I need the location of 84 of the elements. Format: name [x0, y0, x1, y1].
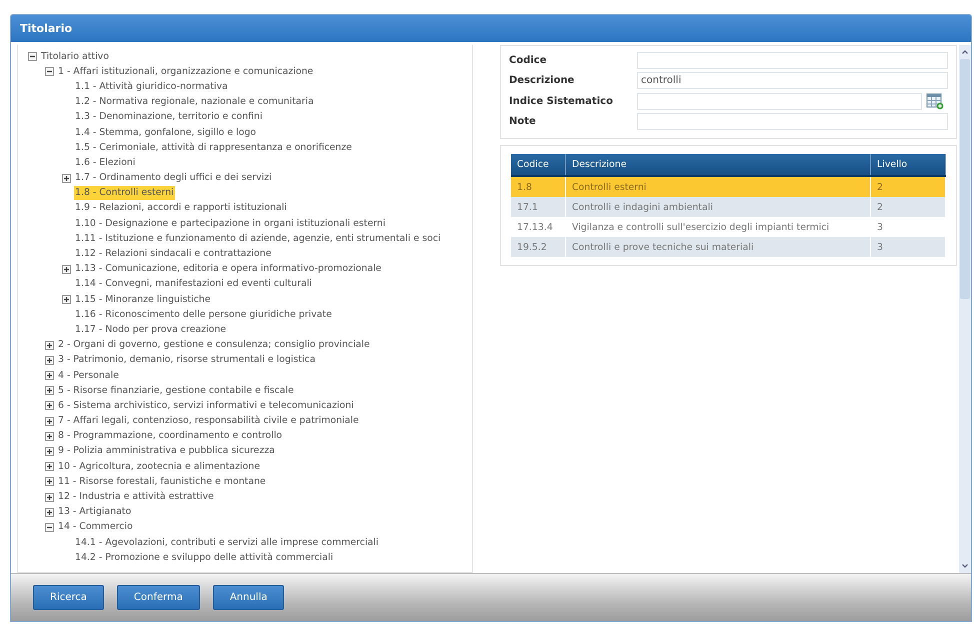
collapse-icon[interactable] — [28, 52, 37, 62]
expand-icon[interactable] — [45, 340, 54, 350]
scroll-up-icon[interactable] — [961, 48, 969, 56]
footer-button[interactable]: Conferma — [116, 585, 200, 610]
expand-icon[interactable] — [62, 295, 71, 304]
expand-icon[interactable] — [62, 264, 71, 274]
tree-item[interactable]: 13 - Artigianato — [57, 505, 132, 520]
tree-item[interactable]: 1.7 - Ordinamento degli uffici e dei servizi — [74, 171, 273, 186]
table-cell: 3 — [870, 217, 946, 237]
table-cell: 19.5.2 — [511, 237, 566, 257]
expand-icon[interactable] — [45, 356, 54, 365]
field-label: Note — [509, 116, 537, 127]
tree-item[interactable]: 1 - Affari istituzionali, organizzazione e comunicazione — [57, 64, 314, 79]
table-cell: 17.13.4 — [511, 217, 566, 237]
expand-icon[interactable] — [45, 446, 54, 456]
table-cell: 2 — [870, 197, 946, 217]
table-add-icon[interactable] — [926, 92, 944, 110]
table-cell: Controlli e prove tecniche sui materiali — [566, 237, 870, 257]
window-title: Titolario — [11, 15, 971, 42]
expand-icon[interactable] — [45, 371, 54, 380]
table-cell: 3 — [870, 237, 946, 257]
tree-item[interactable]: 1.12 - Relazioni sindacali e contrattazione — [74, 247, 272, 262]
scrollbar-thumb[interactable] — [960, 59, 970, 299]
tree-item[interactable]: 1.13 - Comunicazione, editoria e opera informativo-promozionale — [74, 262, 382, 276]
column-header[interactable]: Livello — [870, 154, 946, 176]
tree-item[interactable]: 2 - Organi di governo, gestione e consulenza; consiglio provinciale — [57, 338, 371, 352]
tree-item[interactable]: 14.1 - Agevolazioni, contributi e servizi alle imprese commerciali — [74, 536, 380, 550]
column-header[interactable]: Codice — [511, 154, 566, 176]
tree-item[interactable]: 14 - Commercio — [57, 520, 134, 534]
table-cell: Controlli esterni — [566, 176, 870, 197]
table-cell: 17.1 — [511, 197, 566, 217]
expand-icon[interactable] — [62, 174, 71, 183]
table-cell: Vigilanza e controlli sull'esercizio degli impianti termici — [566, 217, 870, 237]
tree-item[interactable]: 12 - Industria e attività estrattive — [57, 490, 215, 504]
input-field[interactable]: controlli — [637, 72, 948, 89]
expand-icon[interactable] — [45, 477, 54, 486]
field-label: Descrizione — [509, 75, 576, 86]
tree-item[interactable]: 11 - Risorse forestali, faunistiche e montane — [57, 474, 267, 489]
table-cell: 2 — [870, 176, 946, 197]
scroll-down-icon[interactable] — [961, 562, 969, 570]
input-field[interactable] — [637, 92, 922, 110]
tree-item[interactable]: 1.15 - Minoranze linguistiche — [74, 292, 212, 307]
tree-item[interactable]: 1.4 - Stemma, gonfalone, sigillo e logo — [74, 126, 258, 140]
expand-icon[interactable] — [45, 508, 54, 517]
tree-item[interactable]: 4 - Personale — [57, 368, 120, 383]
table-cell: 1.8 — [511, 176, 566, 197]
footer-button[interactable]: Annulla — [212, 585, 284, 610]
tree-item[interactable]: 1.5 - Cerimoniale, attività di rappresentanza e onorificenze — [74, 140, 353, 155]
field-label: Codice — [509, 55, 548, 66]
scrollbar[interactable] — [959, 45, 971, 573]
tree-item[interactable]: 1.6 - Elezioni — [74, 156, 136, 170]
expand-icon[interactable] — [45, 462, 54, 472]
tree-item[interactable]: 1.10 - Designazione e partecipazione in organi istituzionali esterni — [74, 216, 386, 231]
tree-item[interactable]: 1.9 - Relazioni, accordi e rapporti istituzionali — [74, 201, 288, 216]
tree-item[interactable]: 1.3 - Denominazione, territorio e confini — [74, 110, 264, 124]
tree-item[interactable]: 8 - Programmazione, coordinamento e controllo — [57, 429, 284, 444]
tree-item[interactable]: 1.16 - Riconoscimento delle persone giuridiche private — [74, 308, 333, 322]
field-label: Indice Sistematico — [509, 96, 614, 106]
tree-item[interactable]: 1.14 - Convegni, manifestazioni ed eventi culturali — [74, 277, 313, 292]
tree-item[interactable]: 9 - Polizia amministrativa e pubblica sicurezza — [57, 444, 276, 458]
footer-button[interactable]: Ricerca — [33, 585, 104, 610]
expand-icon[interactable] — [45, 401, 54, 410]
tree-item[interactable]: 5 - Risorse finanziarie, gestione contabile e fiscale — [57, 384, 295, 398]
collapse-icon[interactable] — [45, 67, 54, 76]
tree-item[interactable]: 7 - Affari legali, contenzioso, responsabilità civile e patrimoniale — [57, 414, 360, 428]
tree-item[interactable]: 14.2 - Promozione e sviluppo delle attività commerciali — [74, 550, 334, 565]
tree-item[interactable]: 10 - Agricoltura, zootecnia e alimentazione — [57, 460, 261, 474]
tree-item[interactable]: 1.8 - Controlli esterni — [74, 186, 175, 200]
expand-icon[interactable] — [45, 386, 54, 396]
tree-item[interactable]: 1.2 - Normativa regionale, nazionale e comunitaria — [74, 95, 315, 110]
collapse-icon[interactable] — [45, 522, 54, 532]
tree-item[interactable]: 1.1 - Attività giuridico-normativa — [74, 80, 229, 94]
column-header[interactable]: Descrizione — [566, 154, 870, 176]
tree-item[interactable]: 3 - Patrimonio, demanio, risorse strumentali e logistica — [57, 353, 316, 368]
tree-item[interactable]: 6 - Sistema archivistico, servizi informativi e telecomunicazioni — [57, 398, 355, 413]
table-cell: Controlli e indagini ambientali — [566, 197, 870, 217]
tree-item[interactable]: Titolario attivo — [40, 50, 110, 64]
expand-icon[interactable] — [45, 416, 54, 426]
input-field[interactable] — [637, 52, 948, 69]
input-field[interactable] — [637, 113, 948, 130]
tree-item[interactable]: 1.11 - Istituzione e funzionamento di aziende, agenzie, enti strumentali e soci — [74, 232, 442, 246]
tree-item[interactable]: 1.17 - Nodo per prova creazione — [74, 322, 228, 337]
expand-icon[interactable] — [45, 432, 54, 441]
expand-icon[interactable] — [45, 492, 54, 502]
